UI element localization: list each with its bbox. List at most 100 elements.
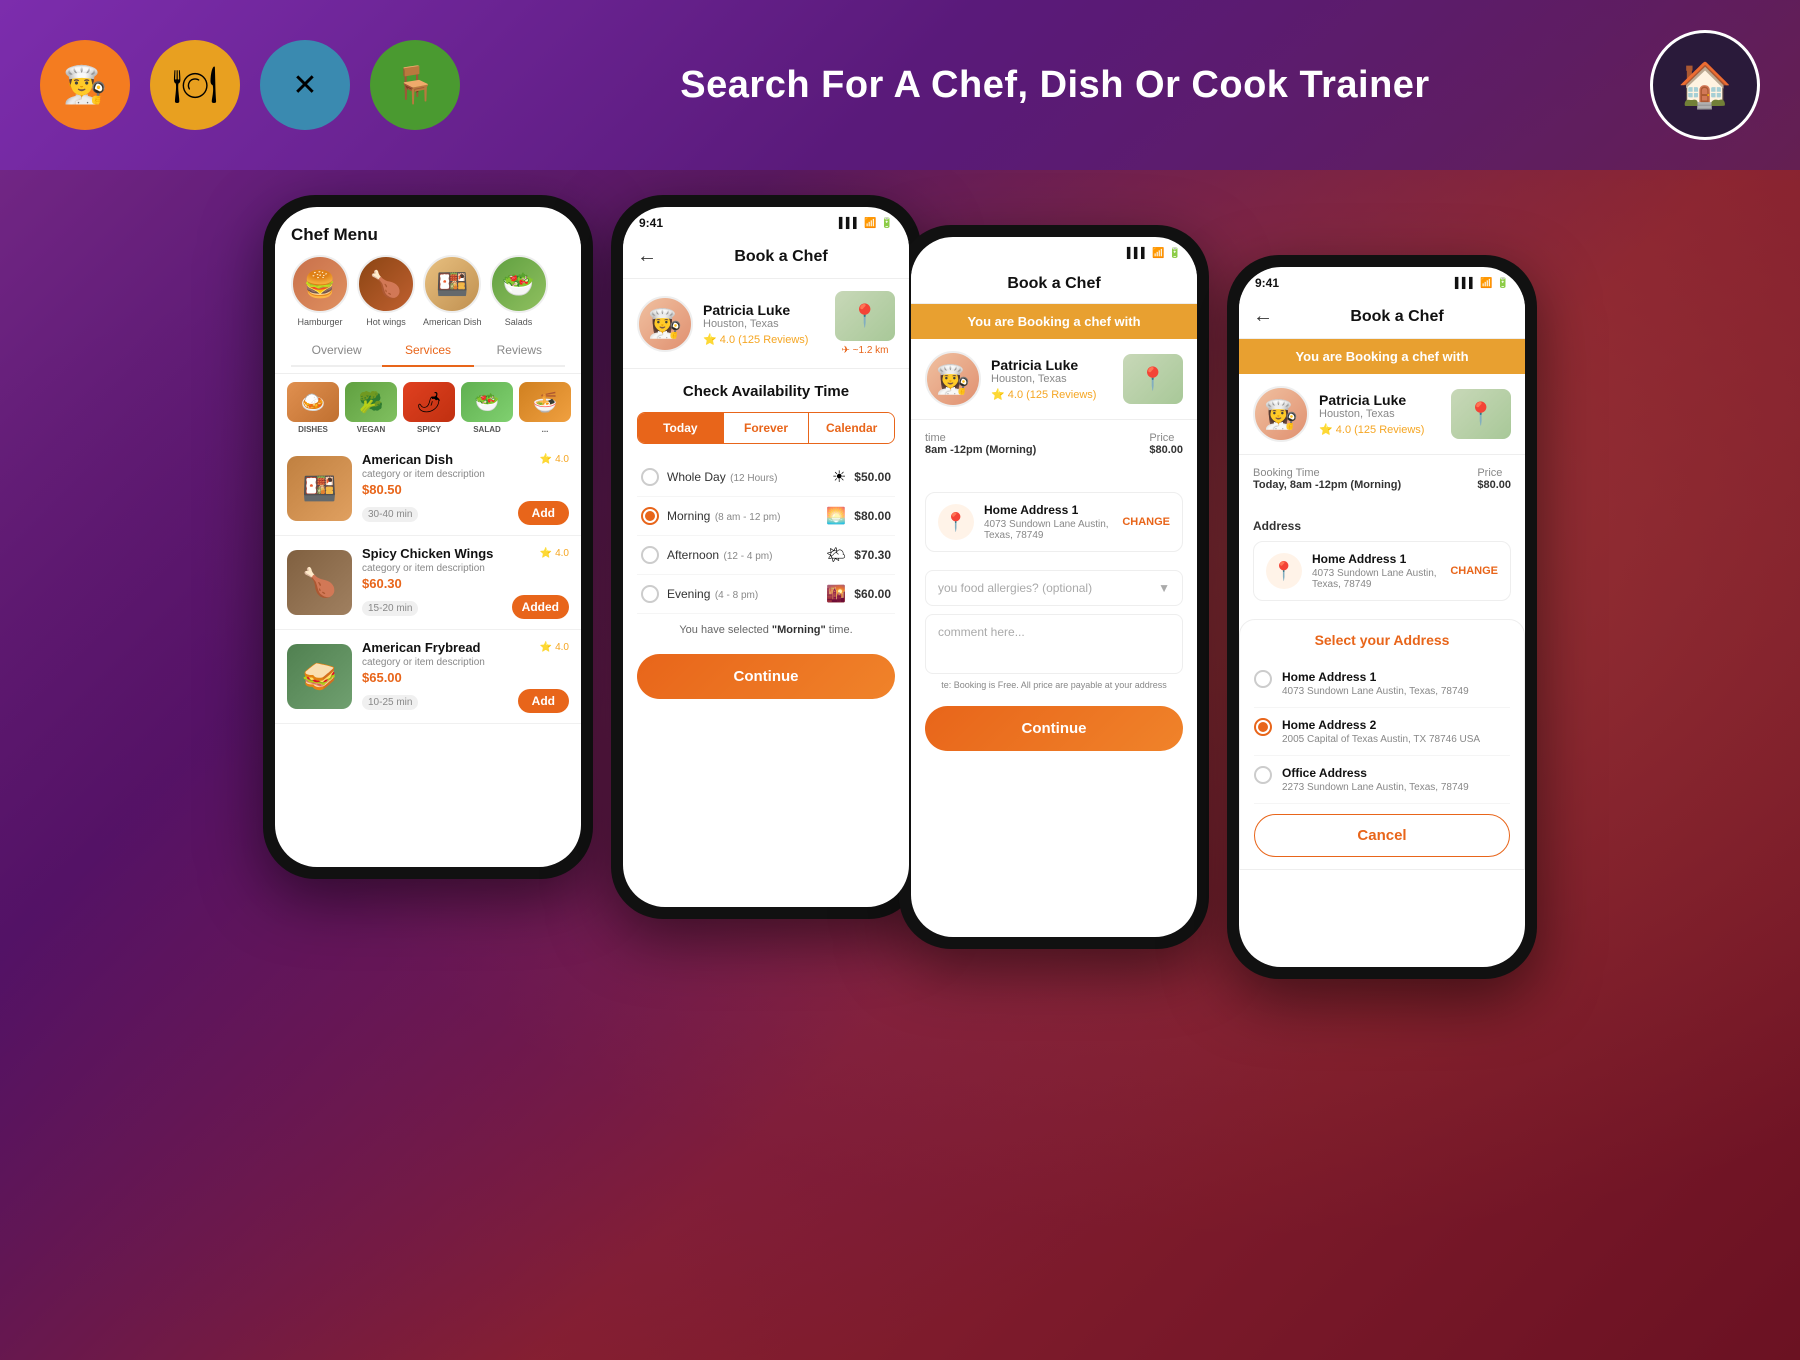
chef-menu-title: Chef Menu [291, 225, 565, 245]
comment-placeholder: comment here... [938, 625, 1025, 639]
time-tab-calendar[interactable]: Calendar [809, 413, 894, 443]
phone3-address-section: 📍 Home Address 1 4073 Sundown Lane Austi… [911, 474, 1197, 562]
frybread-rating: ⭐ 4.0 [540, 642, 569, 653]
phone4-change-link[interactable]: CHANGE [1450, 565, 1498, 577]
time-option-evening: Evening (4 - 8 pm) 🌇 $60.00 [637, 575, 895, 614]
wholeday-price: $50.00 [854, 470, 891, 484]
vegan-img: 🥦 [345, 382, 397, 422]
frybread-add-button[interactable]: Add [518, 689, 569, 713]
phones-container: Chef Menu 🍔 Hamburger 🍗 Hot wings 🍱 Amer… [20, 185, 1780, 1340]
header-icon-row: 👨‍🍳 🍽 ✕ 🪑 [40, 40, 460, 130]
phone2-distance: ✈ ~1.2 km [835, 345, 895, 356]
cat-salad[interactable]: 🥗 SALAD [461, 382, 513, 434]
tab-reviews[interactable]: Reviews [474, 335, 565, 365]
salad-img: 🥗 [461, 382, 513, 422]
chef-hat-icon[interactable]: 👨‍🍳 [40, 40, 130, 130]
frybread-desc: category or item description [362, 657, 569, 668]
evening-price: $60.00 [854, 587, 891, 601]
phone3-chef-name: Patricia Luke [991, 357, 1113, 373]
cat-dishes[interactable]: 🍛 DISHES [287, 382, 339, 434]
tab-services[interactable]: Services [382, 335, 473, 367]
wifi-icon-4: 📶 [1480, 278, 1492, 289]
menu-item-american: 🍱 American Dish ⭐ 4.0 category or item d… [275, 442, 581, 536]
food-tray-icon[interactable]: 🍽 [150, 40, 240, 130]
wings-label: Hot wings [366, 317, 406, 327]
address-option-office-text: 2273 Sundown Lane Austin, Texas, 78749 [1282, 782, 1510, 793]
phone-chef-menu: Chef Menu 🍔 Hamburger 🍗 Hot wings 🍱 Amer… [263, 195, 593, 879]
back-button[interactable]: ← [637, 245, 657, 268]
phone2-chef-name: Patricia Luke [703, 302, 825, 318]
phone2-status-icons: ▌▌▌ 📶 🔋 [839, 218, 893, 229]
american-dish-add-button[interactable]: Add [518, 501, 569, 525]
radio-morning-inner [645, 511, 655, 521]
cat-vegan[interactable]: 🥦 VEGAN [345, 382, 397, 434]
phone3-address-info: Home Address 1 4073 Sundown Lane Austin,… [984, 503, 1112, 541]
cutlery-icon[interactable]: ✕ [260, 40, 350, 130]
phone3-book-header: Book a Chef [911, 265, 1197, 304]
radio-wholeday[interactable] [641, 468, 659, 486]
tab-overview[interactable]: Overview [291, 335, 382, 365]
phone3-chef-rating: ⭐ 4.0 (125 Reviews) [991, 388, 1113, 401]
app-header: 👨‍🍳 🍽 ✕ 🪑 Search For A Chef, Dish Or Coo… [0, 0, 1800, 170]
phone2-screen: 9:41 ▌▌▌ 📶 🔋 ← Book a Chef 👩‍🍳 Patricia … [623, 207, 909, 907]
radio-home2[interactable] [1254, 718, 1272, 736]
phone2-book-header: ← Book a Chef [623, 235, 909, 279]
phone1-notch [275, 207, 581, 215]
cat-spicy[interactable]: 🌶 SPICY [403, 382, 455, 434]
food-circle-hamburger[interactable]: 🍔 Hamburger [291, 255, 349, 327]
frybread-info: American Frybread ⭐ 4.0 category or item… [362, 640, 569, 713]
american-dish-desc: category or item description [362, 469, 569, 480]
address-option-home2-text: 2005 Capital of Texas Austin, TX 78746 U… [1282, 734, 1510, 745]
phone4-address-name: Home Address 1 [1312, 552, 1440, 566]
time-tabs: Today Forever Calendar [637, 412, 895, 444]
radio-office[interactable] [1254, 766, 1272, 784]
chicken-wings-added-button[interactable]: Added [512, 595, 569, 619]
phone3-comment-box[interactable]: comment here... [925, 614, 1183, 674]
phone3-note: te: Booking is Free. All price are payab… [911, 674, 1197, 696]
address-option-home1-name: Home Address 1 [1282, 670, 1510, 684]
time-tab-today[interactable]: Today [638, 413, 724, 443]
address-option-office-name: Office Address [1282, 766, 1510, 780]
morning-icon: 🌅 [826, 506, 846, 526]
radio-morning[interactable] [641, 507, 659, 525]
category-chips: 🍛 DISHES 🥦 VEGAN 🌶 SPICY 🥗 SALAD 🍜 [275, 374, 581, 442]
phone-book-chef-address: 9:41 ▌▌▌ 📶 🔋 ← Book a Chef You are Booki… [1227, 255, 1537, 979]
cat-more[interactable]: 🍜 ... [519, 382, 571, 434]
phone4-map: 📍 [1451, 389, 1511, 439]
select-address-title: Select your Address [1254, 632, 1510, 648]
phone3-continue-button[interactable]: Continue [925, 706, 1183, 751]
phone4-chef-location: Houston, Texas [1319, 408, 1441, 420]
phone4-screen: 9:41 ▌▌▌ 📶 🔋 ← Book a Chef You are Booki… [1239, 267, 1525, 967]
phone4-banner: You are Booking a chef with [1239, 339, 1525, 374]
food-circle-salads[interactable]: 🥗 Salads [490, 255, 548, 327]
food-circle-american[interactable]: 🍱 American Dish [423, 255, 482, 327]
phone3-allergy-dropdown[interactable]: you food allergies? (optional) ▼ [925, 570, 1183, 606]
wifi-icon-3: 📶 [1152, 248, 1164, 259]
afternoon-icon: 🌤 [826, 545, 846, 565]
check-avail-title: Check Availability Time [637, 383, 895, 400]
phone2-continue-button[interactable]: Continue [637, 654, 895, 699]
american-dish-time: 30-40 min [362, 507, 418, 522]
time-tab-forever[interactable]: Forever [724, 413, 810, 443]
dining-chair-icon[interactable]: 🪑 [370, 40, 460, 130]
address-option-home1[interactable]: Home Address 1 4073 Sundown Lane Austin,… [1254, 660, 1510, 708]
address-option-office[interactable]: Office Address 2273 Sundown Lane Austin,… [1254, 756, 1510, 804]
address-option-home2[interactable]: Home Address 2 2005 Capital of Texas Aus… [1254, 708, 1510, 756]
phone3-chef-card: 👩‍🍳 Patricia Luke Houston, Texas ⭐ 4.0 (… [911, 339, 1197, 420]
battery-icon: 🔋 [881, 218, 893, 229]
phone3-time-value: 8am -12pm (Morning) [925, 444, 1036, 456]
phone3-title: Book a Chef [925, 275, 1183, 293]
phone4-back-button[interactable]: ← [1253, 305, 1273, 328]
american-dish-rating: ⭐ 4.0 [540, 454, 569, 465]
phone3-screen: ▌▌▌ 📶 🔋 Book a Chef You are Booking a ch… [911, 237, 1197, 937]
phone4-address-info: Home Address 1 4073 Sundown Lane Austin,… [1312, 552, 1440, 590]
food-circle-wings[interactable]: 🍗 Hot wings [357, 255, 415, 327]
phone4-address-card: 📍 Home Address 1 4073 Sundown Lane Austi… [1253, 541, 1511, 601]
phone2-chef-card: 👩‍🍳 Patricia Luke Houston, Texas ⭐ 4.0 (… [623, 279, 909, 369]
radio-evening[interactable] [641, 585, 659, 603]
radio-home1[interactable] [1254, 670, 1272, 688]
phone3-change-link[interactable]: CHANGE [1122, 516, 1170, 528]
morning-label: Morning [667, 509, 710, 523]
radio-afternoon[interactable] [641, 546, 659, 564]
phone4-cancel-button[interactable]: Cancel [1254, 814, 1510, 857]
